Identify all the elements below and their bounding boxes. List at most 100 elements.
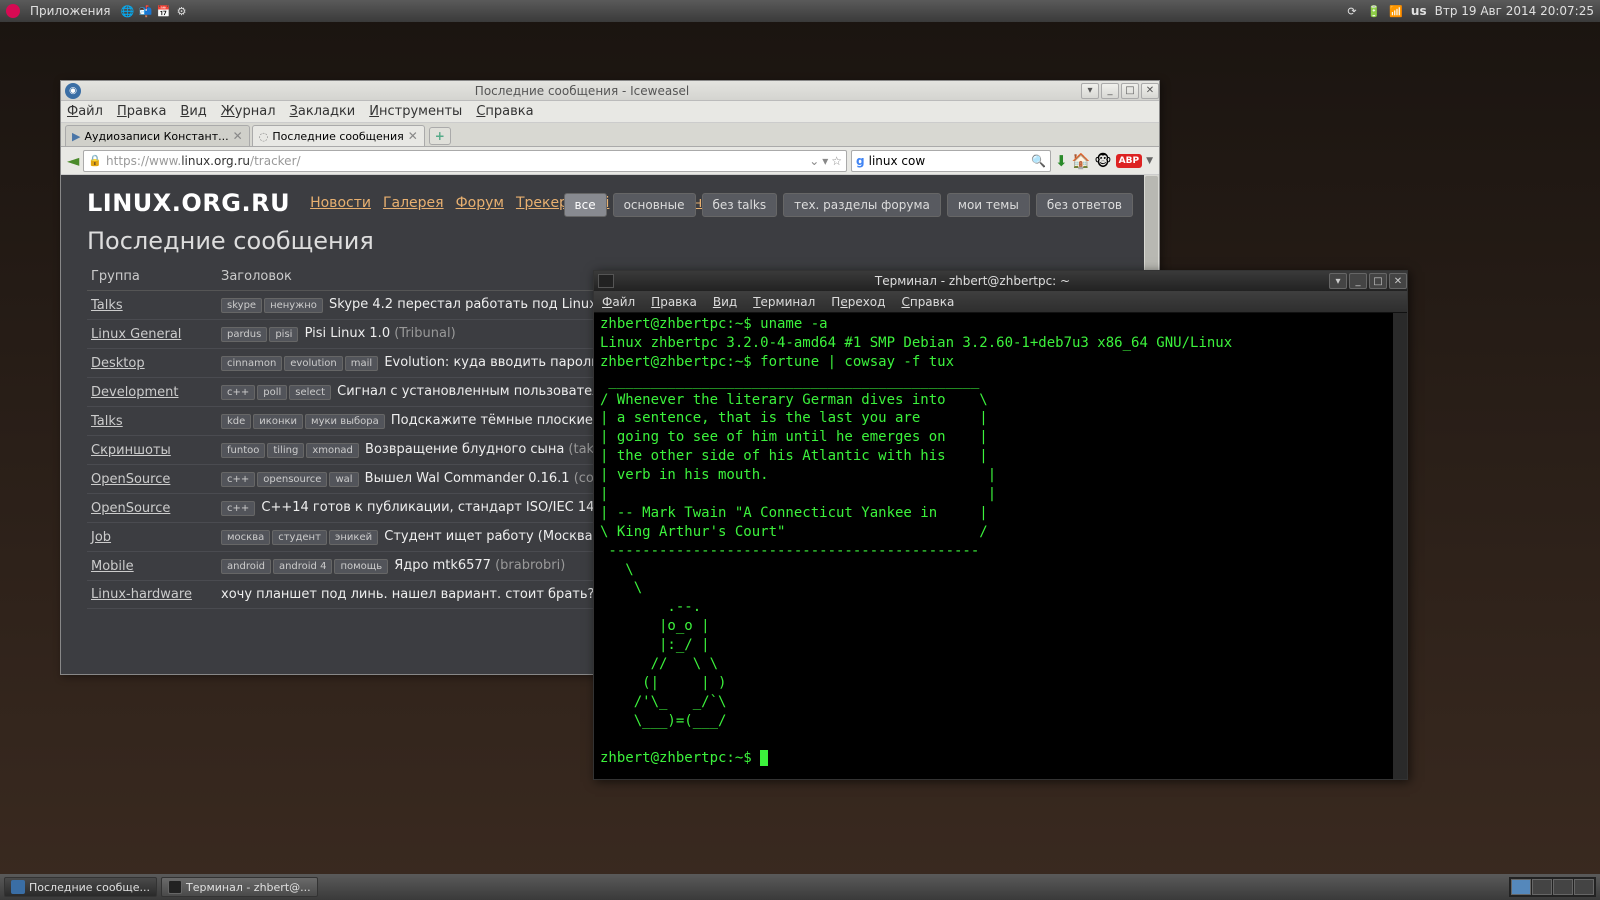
workspace-pager[interactable] (1509, 877, 1596, 897)
terminal-maximize-button[interactable]: □ (1369, 273, 1387, 289)
new-tab-button[interactable]: + (429, 127, 451, 145)
workspace-1[interactable] (1511, 879, 1531, 895)
tab-close-icon[interactable]: ✕ (408, 129, 418, 143)
tag-badge[interactable]: kde (221, 414, 251, 429)
term-menu-help[interactable]: Справка (901, 295, 954, 309)
tag-badge[interactable]: poll (257, 385, 287, 400)
tag-badge[interactable]: tiling (267, 443, 304, 458)
menu-history[interactable]: Журнал (221, 104, 276, 119)
tag-badge[interactable]: студент (272, 530, 327, 545)
group-link[interactable]: Development (91, 385, 179, 400)
topic-link[interactable]: Возвращение блудного сына (361, 442, 569, 457)
filter-tech-button[interactable]: тех. разделы форума (783, 193, 941, 217)
tag-badge[interactable]: evolution (284, 356, 342, 371)
group-link[interactable]: Скриншоты (91, 443, 171, 458)
taskbar-button-terminal[interactable]: Терминал - zhbert@... (161, 877, 318, 897)
topic-link[interactable]: Ядро mtk6577 (390, 558, 495, 573)
search-input[interactable]: g linux cow 🔍 (851, 150, 1051, 172)
tag-badge[interactable]: ненужно (264, 298, 323, 313)
menu-bookmarks[interactable]: Закладки (290, 104, 356, 119)
topic-link[interactable]: Подскажите тёмные плоские и (387, 413, 606, 428)
tab-close-icon[interactable]: ✕ (233, 129, 243, 143)
window-maximize-button[interactable]: □ (1121, 83, 1139, 99)
tag-badge[interactable]: c++ (221, 385, 255, 400)
battery-icon[interactable]: 🔋 (1367, 4, 1381, 18)
group-link[interactable]: Linux-hardware (91, 587, 192, 602)
tag-badge[interactable]: xmonad (306, 443, 359, 458)
browser-titlebar[interactable]: ◉ Последние сообщения - Iceweasel ▾ _ □ … (61, 81, 1159, 101)
settings-icon[interactable]: ⚙ (175, 4, 189, 18)
tag-badge[interactable]: funtoo (221, 443, 265, 458)
tag-badge[interactable]: pisi (269, 327, 298, 342)
term-menu-edit[interactable]: Правка (651, 295, 697, 309)
tag-badge[interactable]: select (289, 385, 331, 400)
group-link[interactable]: OpenSource (91, 472, 170, 487)
group-link[interactable]: Mobile (91, 559, 134, 574)
mail-icon[interactable]: 📬 (139, 4, 153, 18)
filter-all-button[interactable]: все (564, 193, 607, 217)
url-input[interactable]: 🔒 https://www.linux.org.ru/tracker/ ⌄ ▾ … (83, 150, 847, 172)
workspace-3[interactable] (1553, 879, 1573, 895)
tag-badge[interactable]: помощь (334, 559, 388, 574)
clock[interactable]: Втр 19 Авг 2014 20:07:25 (1435, 4, 1594, 18)
filter-main-button[interactable]: основные (613, 193, 696, 217)
topic-link[interactable]: Вышел Wal Commander 0.16.1 (361, 471, 574, 486)
terminal-ontop-button[interactable]: ▾ (1329, 273, 1347, 289)
tag-badge[interactable]: wal (329, 472, 358, 487)
tag-badge[interactable]: mail (345, 356, 378, 371)
window-menu-button[interactable]: ▾ (1081, 83, 1099, 99)
tag-badge[interactable]: москва (221, 530, 270, 545)
term-menu-view[interactable]: Вид (713, 295, 737, 309)
menu-file[interactable]: Файл (67, 104, 103, 119)
nav-tracker[interactable]: Трекер (516, 195, 568, 211)
tag-badge[interactable]: android (221, 559, 271, 574)
taskbar-button-browser[interactable]: Последние сообще... (4, 877, 157, 897)
group-link[interactable]: OpenSource (91, 501, 170, 516)
filter-notalks-button[interactable]: без talks (702, 193, 778, 217)
topic-link[interactable]: Студент ищет работу (Москва: (380, 529, 597, 544)
calendar-icon[interactable]: 📅 (157, 4, 171, 18)
topic-link[interactable]: C++14 готов к публикации, стандарт ISO/I… (257, 500, 611, 515)
abp-dropdown-icon[interactable]: ▼ (1146, 156, 1153, 166)
menu-tools[interactable]: Инструменты (369, 104, 462, 119)
menu-help[interactable]: Справка (476, 104, 533, 119)
terminal-minimize-button[interactable]: _ (1349, 273, 1367, 289)
tag-badge[interactable]: opensource (257, 472, 327, 487)
terminal-close-button[interactable]: ✕ (1389, 273, 1407, 289)
tag-badge[interactable]: муки выбора (305, 414, 385, 429)
menu-edit[interactable]: Правка (117, 104, 166, 119)
nav-news[interactable]: Новости (310, 195, 371, 211)
keyboard-layout-indicator[interactable]: us (1411, 4, 1427, 18)
term-menu-terminal[interactable]: Терминал (753, 295, 815, 309)
reader-icon[interactable]: ▾ (822, 154, 828, 168)
search-go-icon[interactable]: 🔍 (1031, 154, 1046, 168)
topic-link[interactable]: хочу планшет под линь. нашел вариант. ст… (221, 587, 594, 602)
globe-icon[interactable]: 🌐 (121, 4, 135, 18)
tag-badge[interactable]: cinnamon (221, 356, 282, 371)
applications-menu[interactable]: Приложения (24, 4, 117, 18)
group-link[interactable]: Talks (91, 298, 123, 313)
window-close-button[interactable]: ✕ (1141, 83, 1159, 99)
tag-badge[interactable]: эникей (329, 530, 378, 545)
adblock-icon[interactable]: ABP (1116, 154, 1142, 168)
home-icon[interactable]: 🏠 (1072, 152, 1091, 170)
filter-mytopics-button[interactable]: мои темы (947, 193, 1030, 217)
group-link[interactable]: Desktop (91, 356, 145, 371)
workspace-4[interactable] (1574, 879, 1594, 895)
terminal-body[interactable]: zhbert@zhbertpc:~$ uname -a Linux zhbert… (594, 313, 1407, 779)
menu-view[interactable]: Вид (180, 104, 206, 119)
greasemonkey-icon[interactable]: 🐵 (1094, 152, 1111, 170)
group-link[interactable]: Talks (91, 414, 123, 429)
terminal-titlebar[interactable]: Терминал - zhbert@zhbertpc: ~ ▾ _ □ ✕ (594, 271, 1407, 291)
bookmark-star-icon[interactable]: ☆ (831, 154, 842, 168)
site-logo[interactable]: LINUX.ORG.RU (87, 189, 290, 217)
workspace-2[interactable] (1532, 879, 1552, 895)
tag-badge[interactable]: skype (221, 298, 262, 313)
group-link[interactable]: Job (91, 530, 111, 545)
topic-link[interactable]: Pisi Linux 1.0 (300, 326, 394, 341)
browser-tab[interactable]: ▶ Аудиозаписи Констант... ✕ (65, 125, 250, 146)
tag-badge[interactable]: c++ (221, 472, 255, 487)
feed-icon[interactable]: ⌄ (809, 154, 819, 168)
nav-gallery[interactable]: Галерея (383, 195, 444, 211)
tag-badge[interactable]: c++ (221, 501, 255, 516)
